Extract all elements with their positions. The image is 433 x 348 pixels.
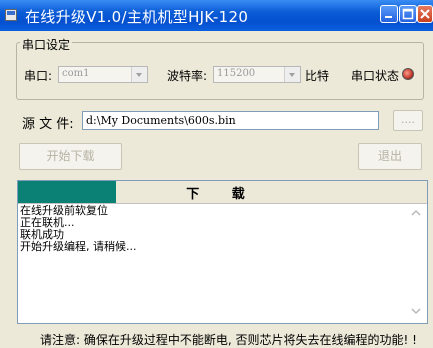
baud-value: 115200 <box>217 68 256 79</box>
port-dropdown-icon[interactable] <box>131 67 147 82</box>
close-button[interactable] <box>417 5 433 23</box>
app-window: 在线升级V1.0/主机机型HJK-120 串口设定 串口: com1 波特率: … <box>0 0 433 348</box>
source-file-label: 源 文 件: <box>22 117 74 132</box>
source-file-input[interactable]: d:\My Documents\600s.bin <box>82 111 379 130</box>
port-status-label: 串口状态 <box>351 69 400 83</box>
title-bar[interactable]: 在线升级V1.0/主机机型HJK-120 <box>0 0 433 31</box>
browse-button[interactable]: .... <box>393 110 423 131</box>
exit-button[interactable]: 退出 <box>358 143 422 170</box>
start-download-button[interactable]: 开始下载 <box>19 143 122 170</box>
log-line: 正在联机... <box>20 216 75 229</box>
scroll-down-icon[interactable] <box>410 305 422 317</box>
log-line: 开始升级编程, 请稍候... <box>20 240 137 253</box>
maximize-icon <box>402 8 414 20</box>
download-progress: 下 载 <box>18 181 427 204</box>
log-line: 在线升级前软复位 <box>20 204 108 217</box>
warning-notice: 请注意: 确保在升级过程中不能断电, 否则芯片将失去在线编程的功能! ! <box>40 333 417 347</box>
download-progress-label: 下 载 <box>186 187 259 202</box>
scroll-up-icon[interactable] <box>410 207 422 219</box>
app-icon <box>5 9 17 21</box>
port-label: 串口: <box>24 69 53 83</box>
window-title: 在线升级V1.0/主机机型HJK-120 <box>25 8 249 26</box>
port-select[interactable]: com1 <box>58 66 148 83</box>
maximize-button[interactable] <box>399 5 417 23</box>
source-file-path: d:\My Documents\600s.bin <box>86 114 236 127</box>
status-led-icon <box>402 68 414 80</box>
baud-unit: 比特 <box>305 69 330 83</box>
close-icon <box>420 9 430 19</box>
serial-settings-legend: 串口设定 <box>20 36 73 53</box>
log-text: 在线升级前软复位 正在联机... 联机成功 开始升级编程, 请稍候... <box>20 205 400 317</box>
baud-dropdown-icon[interactable] <box>284 67 300 82</box>
minimize-button[interactable] <box>380 5 398 23</box>
baud-label: 波特率: <box>167 69 208 83</box>
baud-select[interactable]: 115200 <box>213 66 301 83</box>
minimize-icon <box>385 16 392 18</box>
port-value: com1 <box>62 68 90 79</box>
